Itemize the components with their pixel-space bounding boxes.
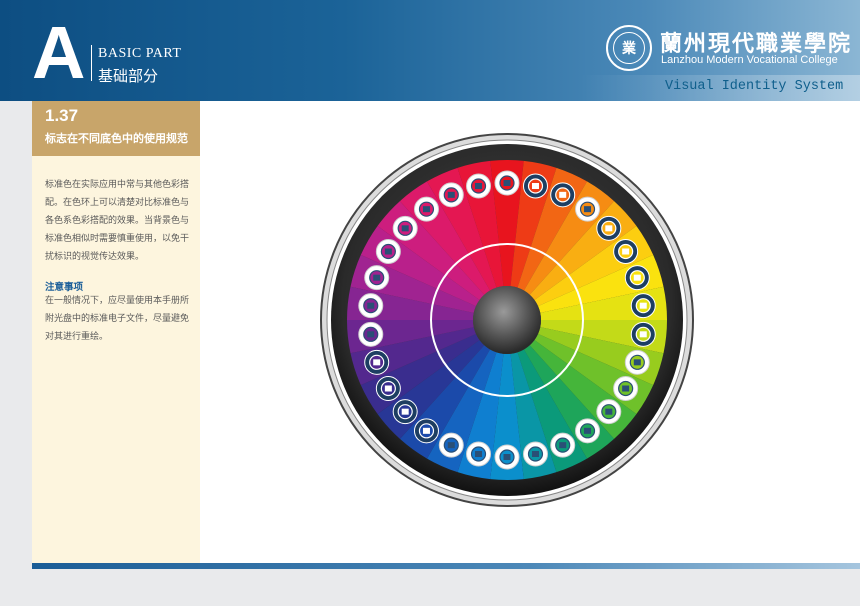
emblem-icon	[624, 265, 650, 291]
emblem-icon	[613, 239, 639, 264]
emblem-icon	[613, 376, 639, 401]
basic-part-cn-label: 基础部分	[98, 67, 159, 85]
emblem-icon	[358, 321, 384, 347]
emblem-icon	[494, 444, 520, 470]
emblem-icon	[624, 349, 650, 375]
emblem-icon	[596, 399, 622, 425]
emblem-icon	[364, 349, 390, 375]
emblem-icon	[438, 432, 464, 458]
emblem-icon	[438, 182, 464, 208]
college-logo-glyph: 業	[613, 32, 645, 64]
emblem-icon	[522, 441, 548, 467]
note-body: 在一般情况下，应尽量使用本手册所附光盘中的标准电子文件，尽量避免对其进行重绘。	[45, 296, 190, 342]
emblem-icon	[392, 399, 418, 425]
note-title: 注意事项	[45, 282, 84, 293]
emblem-icon	[550, 182, 576, 208]
emblem-icon	[466, 173, 492, 199]
emblem-icon	[630, 321, 656, 347]
emblem-icon	[358, 293, 384, 319]
emblem-icon	[413, 418, 439, 444]
emblem-icon	[630, 293, 656, 319]
emblem-icon	[392, 215, 418, 241]
emblem-icon	[550, 432, 576, 458]
emblem-icon	[413, 196, 439, 222]
emblem-icon	[575, 418, 601, 444]
college-logo-icon: 業	[606, 25, 652, 71]
color-wheel	[320, 133, 694, 507]
basic-part-label: BASIC PART	[98, 46, 182, 61]
emblem-icon	[375, 376, 401, 401]
emblem-icon	[596, 215, 622, 241]
emblem-icon	[575, 196, 601, 222]
emblem-icon	[375, 239, 401, 264]
college-name-en: Lanzhou Modern Vocational College	[661, 54, 838, 66]
emblem-icon	[466, 441, 492, 467]
system-title: Visual Identity System	[665, 79, 844, 94]
section-description: 标准色在实际应用中常与其他色彩搭配。在色环上可以清楚对比标准色与各色系色彩搭配的…	[45, 180, 190, 262]
emblem-icon	[364, 265, 390, 291]
emblem-icon	[522, 173, 548, 199]
section-number: 1.37	[45, 106, 79, 125]
header-divider	[91, 45, 92, 81]
section-title: 标志在不同底色中的使用规范	[45, 132, 188, 145]
section-letter: A	[32, 11, 86, 94]
emblem-icon	[494, 170, 520, 196]
footer-band	[32, 563, 860, 569]
wheel-hub	[473, 286, 541, 354]
